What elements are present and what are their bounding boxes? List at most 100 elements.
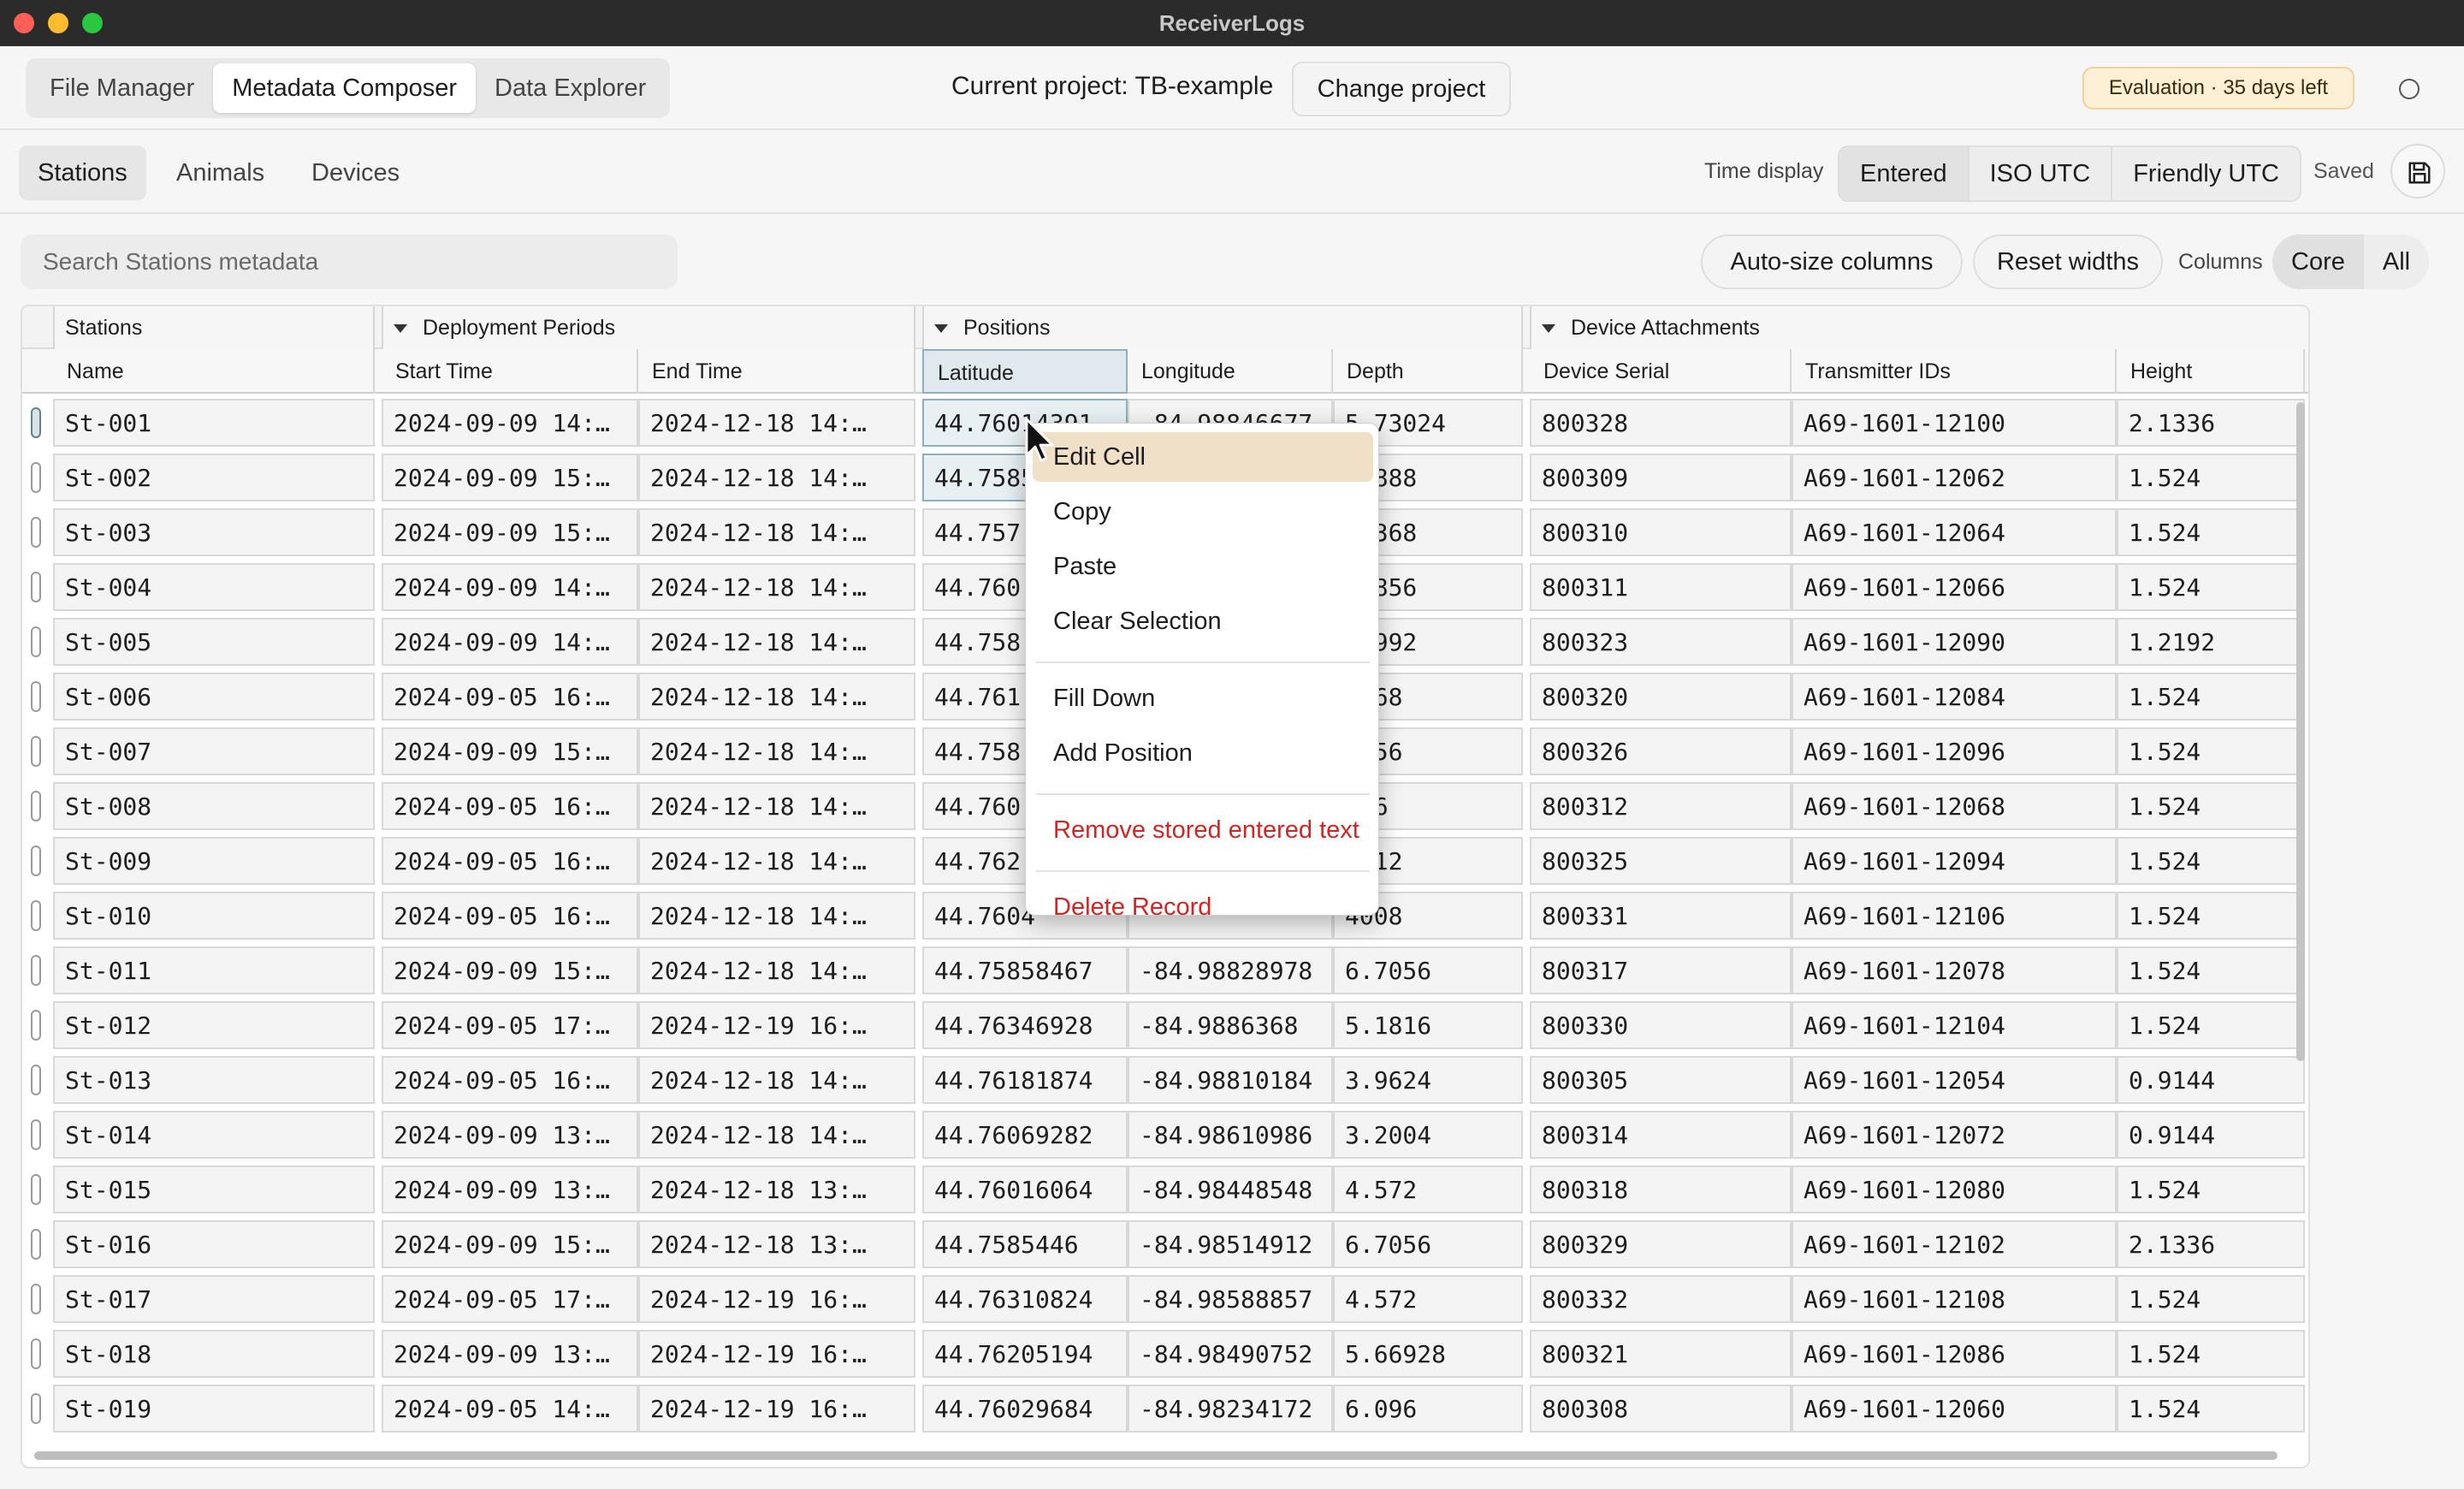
- nav-file-manager[interactable]: File Manager: [31, 63, 213, 113]
- cell-name[interactable]: St-013: [53, 1056, 375, 1104]
- cell-device-serial[interactable]: 800311: [1530, 563, 1792, 611]
- row-select-handle[interactable]: [31, 1229, 41, 1260]
- cell-transmitter-ids[interactable]: A69-1601-12078: [1792, 946, 2117, 994]
- cell-end-time[interactable]: 2024-12-18 13:…: [638, 1220, 915, 1268]
- cell-start-time[interactable]: 2024-09-09 14:…: [382, 563, 638, 611]
- cell-device-serial[interactable]: 800317: [1530, 946, 1792, 994]
- cell-transmitter-ids[interactable]: A69-1601-12094: [1792, 837, 2117, 885]
- col-header-height[interactable]: Height: [2117, 349, 2305, 394]
- group-device-attachments[interactable]: Device Attachments: [1530, 306, 2308, 349]
- cell-device-serial[interactable]: 800332: [1530, 1275, 1792, 1323]
- tab-animals[interactable]: Animals: [157, 145, 283, 200]
- cell-depth[interactable]: 5.1816: [1333, 1001, 1523, 1049]
- cell-depth[interactable]: 6.7056: [1333, 946, 1523, 994]
- cell-transmitter-ids[interactable]: A69-1601-12066: [1792, 563, 2117, 611]
- cell-end-time[interactable]: 2024-12-18 14:…: [638, 673, 915, 721]
- cell-longitude[interactable]: -84.98610986: [1128, 1111, 1333, 1159]
- cell-transmitter-ids[interactable]: A69-1601-12064: [1792, 508, 2117, 556]
- row-select-handle[interactable]: [31, 955, 41, 986]
- cell-transmitter-ids[interactable]: A69-1601-12086: [1792, 1330, 2117, 1378]
- cell-transmitter-ids[interactable]: A69-1601-12102: [1792, 1220, 2117, 1268]
- table-row[interactable]: St-012 2024-09-05 17:… 2024-12-19 16:… 44.7…: [22, 998, 2308, 1053]
- row-select-handle[interactable]: [31, 791, 41, 822]
- change-project-button[interactable]: Change project: [1292, 62, 1511, 116]
- cell-end-time[interactable]: 2024-12-19 16:…: [638, 1385, 915, 1433]
- cell-device-serial[interactable]: 800305: [1530, 1056, 1792, 1104]
- cell-height[interactable]: 1.524: [2117, 1330, 2305, 1378]
- row-select-handle[interactable]: [31, 1174, 41, 1205]
- cell-height[interactable]: 1.524: [2117, 892, 2305, 940]
- cell-device-serial[interactable]: 800309: [1530, 454, 1792, 501]
- time-entered-option[interactable]: Entered: [1839, 147, 1969, 200]
- save-button[interactable]: [2390, 144, 2445, 199]
- cell-transmitter-ids[interactable]: A69-1601-12106: [1792, 892, 2117, 940]
- cell-device-serial[interactable]: 800312: [1530, 782, 1792, 830]
- cell-latitude[interactable]: 44.76181874: [922, 1056, 1128, 1104]
- cell-start-time[interactable]: 2024-09-09 15:…: [382, 1220, 638, 1268]
- cell-name[interactable]: St-019: [53, 1385, 375, 1433]
- cell-name[interactable]: St-010: [53, 892, 375, 940]
- cell-depth[interactable]: 4.572: [1333, 1166, 1523, 1213]
- cell-longitude[interactable]: -84.9886368: [1128, 1001, 1333, 1049]
- cell-end-time[interactable]: 2024-12-18 14:…: [638, 508, 915, 556]
- cell-start-time[interactable]: 2024-09-05 16:…: [382, 892, 638, 940]
- cell-device-serial[interactable]: 800321: [1530, 1330, 1792, 1378]
- search-input[interactable]: [21, 234, 678, 289]
- columns-all-option[interactable]: All: [2364, 234, 2429, 289]
- cell-end-time[interactable]: 2024-12-18 14:…: [638, 399, 915, 447]
- cell-transmitter-ids[interactable]: A69-1601-12054: [1792, 1056, 2117, 1104]
- table-row[interactable]: St-019 2024-09-05 14:… 2024-12-19 16:… 44.7…: [22, 1381, 2308, 1436]
- row-select-handle[interactable]: [31, 626, 41, 657]
- cell-device-serial[interactable]: 800329: [1530, 1220, 1792, 1268]
- cell-device-serial[interactable]: 800326: [1530, 727, 1792, 775]
- cell-depth[interactable]: 6.096: [1333, 1385, 1523, 1433]
- cell-start-time[interactable]: 2024-09-05 14:…: [382, 1385, 638, 1433]
- cell-start-time[interactable]: 2024-09-05 16:…: [382, 782, 638, 830]
- cell-device-serial[interactable]: 800328: [1530, 399, 1792, 447]
- cell-latitude[interactable]: 44.76029684: [922, 1385, 1128, 1433]
- menu-copy[interactable]: Copy: [1033, 487, 1373, 537]
- cell-height[interactable]: 0.9144: [2117, 1111, 2305, 1159]
- menu-add-position[interactable]: Add Position: [1033, 728, 1373, 778]
- cell-end-time[interactable]: 2024-12-19 16:…: [638, 1001, 915, 1049]
- cell-height[interactable]: 1.524: [2117, 782, 2305, 830]
- cell-name[interactable]: St-005: [53, 618, 375, 666]
- cell-transmitter-ids[interactable]: A69-1601-12068: [1792, 782, 2117, 830]
- cell-height[interactable]: 1.524: [2117, 508, 2305, 556]
- cell-end-time[interactable]: 2024-12-18 14:…: [638, 892, 915, 940]
- cell-start-time[interactable]: 2024-09-09 15:…: [382, 946, 638, 994]
- row-select-handle[interactable]: [31, 517, 41, 548]
- cell-start-time[interactable]: 2024-09-05 17:…: [382, 1275, 638, 1323]
- cell-longitude[interactable]: -84.98828978: [1128, 946, 1333, 994]
- table-row[interactable]: St-017 2024-09-05 17:… 2024-12-19 16:… 44.7…: [22, 1272, 2308, 1326]
- cell-depth[interactable]: 6.7056: [1333, 1220, 1523, 1268]
- row-select-handle[interactable]: [31, 1393, 41, 1424]
- nav-metadata-composer[interactable]: Metadata Composer: [213, 63, 476, 113]
- cell-device-serial[interactable]: 800325: [1530, 837, 1792, 885]
- time-iso-utc-option[interactable]: ISO UTC: [1969, 147, 2113, 200]
- cell-name[interactable]: St-015: [53, 1166, 375, 1213]
- cell-longitude[interactable]: -84.98588857: [1128, 1275, 1333, 1323]
- cell-device-serial[interactable]: 800331: [1530, 892, 1792, 940]
- row-select-handle[interactable]: [31, 736, 41, 767]
- cell-longitude[interactable]: -84.98514912: [1128, 1220, 1333, 1268]
- cell-height[interactable]: 2.1336: [2117, 399, 2305, 447]
- cell-start-time[interactable]: 2024-09-05 16:…: [382, 1056, 638, 1104]
- cell-end-time[interactable]: 2024-12-18 14:…: [638, 946, 915, 994]
- tab-devices[interactable]: Devices: [293, 145, 418, 200]
- cell-start-time[interactable]: 2024-09-05 16:…: [382, 673, 638, 721]
- row-select-handle[interactable]: [31, 1119, 41, 1150]
- menu-edit-cell[interactable]: Edit Cell: [1033, 432, 1373, 482]
- table-row[interactable]: St-018 2024-09-09 13:… 2024-12-19 16:… 44.7…: [22, 1326, 2308, 1381]
- cell-latitude[interactable]: 44.76346928: [922, 1001, 1128, 1049]
- cell-device-serial[interactable]: 800314: [1530, 1111, 1792, 1159]
- cell-transmitter-ids[interactable]: A69-1601-12104: [1792, 1001, 2117, 1049]
- time-friendly-utc-option[interactable]: Friendly UTC: [2112, 147, 2300, 200]
- cell-latitude[interactable]: 44.76069282: [922, 1111, 1128, 1159]
- cell-name[interactable]: St-012: [53, 1001, 375, 1049]
- status-circle-icon[interactable]: [2399, 79, 2420, 99]
- row-select-handle[interactable]: [31, 900, 41, 931]
- col-header-transmitter-ids[interactable]: Transmitter IDs: [1792, 349, 2117, 394]
- cell-end-time[interactable]: 2024-12-18 14:…: [638, 1111, 915, 1159]
- cell-name[interactable]: St-006: [53, 673, 375, 721]
